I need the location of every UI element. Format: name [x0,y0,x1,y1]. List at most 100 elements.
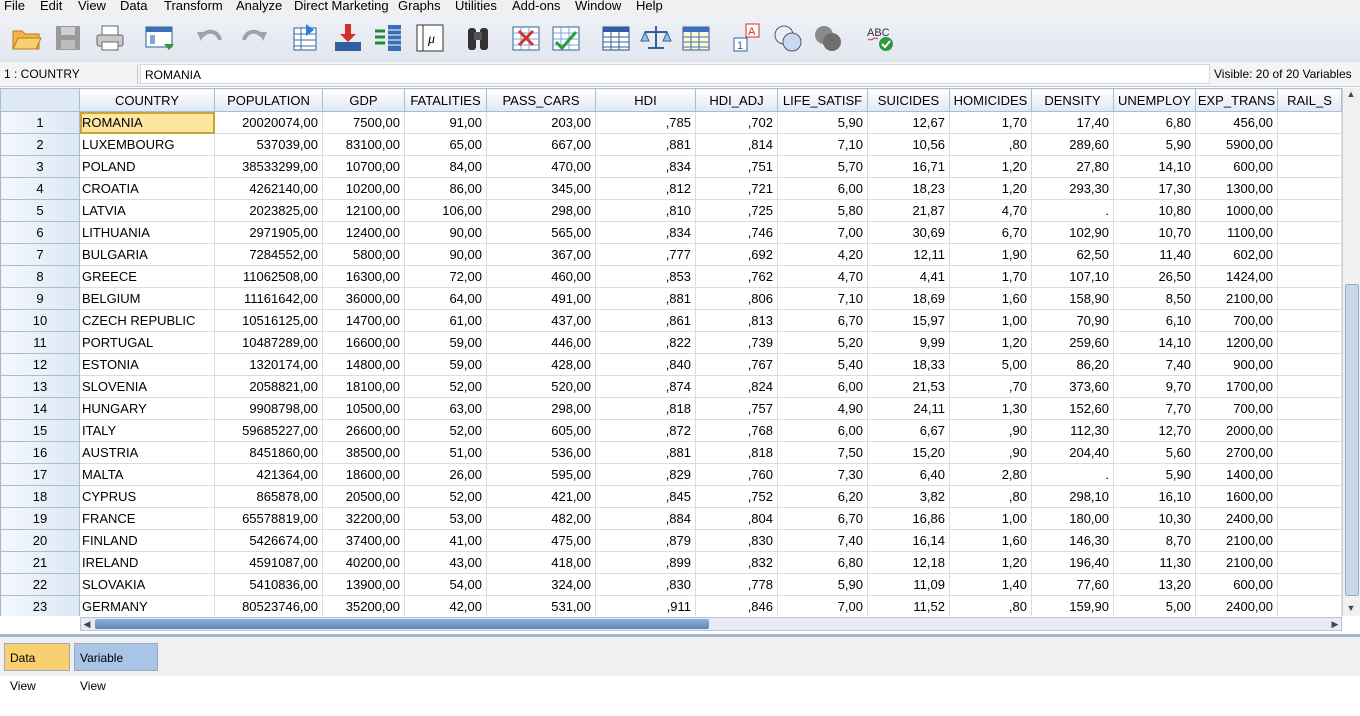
cell-life_satisf[interactable]: 5,40 [777,353,868,376]
cell-rail_s[interactable] [1277,529,1342,552]
cell-homicides[interactable]: 1,20 [949,155,1032,178]
cell-pass_cars[interactable]: 428,00 [486,353,596,376]
cell-hdi_adj[interactable]: ,725 [695,199,778,222]
cell-gdp[interactable]: 20500,00 [322,485,405,508]
cell-rail_s[interactable] [1277,375,1342,398]
open-icon[interactable] [10,22,42,54]
cell-country[interactable]: ESTONIA [79,353,215,376]
cell-suicides[interactable]: 12,67 [867,111,950,134]
cell-exp_trans[interactable]: 2000,00 [1195,419,1278,442]
cell-exp_trans[interactable]: 900,00 [1195,353,1278,376]
row-header[interactable]: 19 [0,507,80,530]
column-header-hdi_adj[interactable]: HDI_ADJ [695,88,778,112]
cell-life_satisf[interactable]: 6,00 [777,177,868,200]
cell-country[interactable]: MALTA [79,463,215,486]
cell-life_satisf[interactable]: 5,70 [777,155,868,178]
cell-hdi_adj[interactable]: ,830 [695,529,778,552]
cell-hdi_adj[interactable]: ,804 [695,507,778,530]
cell-hdi[interactable]: ,853 [595,265,696,288]
cell-hdi_adj[interactable]: ,778 [695,573,778,596]
cell-unemploy[interactable]: 14,10 [1113,155,1196,178]
cell-value-input[interactable]: ROMANIA [140,64,1210,84]
cell-population[interactable]: 4262140,00 [214,177,323,200]
cell-unemploy[interactable]: 5,00 [1113,595,1196,616]
tab-variable-view[interactable]: Variable View [74,643,158,693]
cell-suicides[interactable]: 18,33 [867,353,950,376]
cell-homicides[interactable]: ,70 [949,375,1032,398]
cell-country[interactable]: CZECH REPUBLIC [79,309,215,332]
column-header-hdi[interactable]: HDI [595,88,696,112]
cell-density[interactable]: . [1031,199,1114,222]
cell-fatalities[interactable]: 52,00 [404,375,487,398]
cell-suicides[interactable]: 11,52 [867,595,950,616]
cell-homicides[interactable]: 5,00 [949,353,1032,376]
cell-population[interactable]: 5410836,00 [214,573,323,596]
cell-rail_s[interactable] [1277,287,1342,310]
row-header[interactable]: 13 [0,375,80,398]
cell-homicides[interactable]: 2,80 [949,463,1032,486]
cell-rail_s[interactable] [1277,331,1342,354]
cell-pass_cars[interactable]: 491,00 [486,287,596,310]
cell-hdi_adj[interactable]: ,702 [695,111,778,134]
cell-rail_s[interactable] [1277,397,1342,420]
column-header-population[interactable]: POPULATION [214,88,323,112]
cell-gdp[interactable]: 26600,00 [322,419,405,442]
cell-country[interactable]: SLOVENIA [79,375,215,398]
cell-life_satisf[interactable]: 5,20 [777,331,868,354]
cell-unemploy[interactable]: 7,40 [1113,353,1196,376]
cell-life_satisf[interactable]: 7,30 [777,463,868,486]
cell-population[interactable]: 9908798,00 [214,397,323,420]
cell-unemploy[interactable]: 12,70 [1113,419,1196,442]
goto-variable-icon[interactable] [332,22,364,54]
cell-density[interactable]: 107,10 [1031,265,1114,288]
cell-homicides[interactable]: ,80 [949,133,1032,156]
cell-exp_trans[interactable]: 456,00 [1195,111,1278,134]
cell-rail_s[interactable] [1277,265,1342,288]
row-header[interactable]: 12 [0,353,80,376]
cell-hdi[interactable]: ,881 [595,287,696,310]
cell-pass_cars[interactable]: 460,00 [486,265,596,288]
cell-hdi_adj[interactable]: ,846 [695,595,778,616]
cell-exp_trans[interactable]: 1700,00 [1195,375,1278,398]
cell-fatalities[interactable]: 53,00 [404,507,487,530]
cell-fatalities[interactable]: 84,00 [404,155,487,178]
cell-density[interactable]: 259,60 [1031,331,1114,354]
row-header[interactable]: 4 [0,177,80,200]
row-header[interactable]: 20 [0,529,80,552]
cell-population[interactable]: 38533299,00 [214,155,323,178]
cell-density[interactable]: 146,30 [1031,529,1114,552]
cell-hdi[interactable]: ,834 [595,221,696,244]
cell-unemploy[interactable]: 7,70 [1113,397,1196,420]
column-header-density[interactable]: DENSITY [1031,88,1114,112]
horizontal-scroll-thumb[interactable] [95,619,709,629]
menu-window[interactable]: Window [575,0,621,14]
cell-hdi_adj[interactable]: ,824 [695,375,778,398]
cell-hdi[interactable]: ,884 [595,507,696,530]
cell-rail_s[interactable] [1277,485,1342,508]
cell-hdi_adj[interactable]: ,814 [695,133,778,156]
cell-gdp[interactable]: 18600,00 [322,463,405,486]
cell-population[interactable]: 2058821,00 [214,375,323,398]
cell-homicides[interactable]: 1,00 [949,507,1032,530]
column-header-country[interactable]: COUNTRY [79,88,215,112]
cell-hdi[interactable]: ,881 [595,133,696,156]
find-icon[interactable] [462,22,494,54]
cell-population[interactable]: 8451860,00 [214,441,323,464]
use-sets-icon[interactable] [772,22,804,54]
cell-suicides[interactable]: 3,82 [867,485,950,508]
cell-density[interactable]: 112,30 [1031,419,1114,442]
cell-density[interactable]: 196,40 [1031,551,1114,574]
cell-exp_trans[interactable]: 1600,00 [1195,485,1278,508]
cell-homicides[interactable]: 1,40 [949,573,1032,596]
cell-unemploy[interactable]: 8,70 [1113,529,1196,552]
cell-life_satisf[interactable]: 4,70 [777,265,868,288]
cell-unemploy[interactable]: 5,90 [1113,463,1196,486]
cell-suicides[interactable]: 11,09 [867,573,950,596]
cell-hdi[interactable]: ,818 [595,397,696,420]
cell-hdi_adj[interactable]: ,692 [695,243,778,266]
row-header[interactable]: 15 [0,419,80,442]
cell-gdp[interactable]: 10700,00 [322,155,405,178]
cell-population[interactable]: 11161642,00 [214,287,323,310]
cell-hdi_adj[interactable]: ,832 [695,551,778,574]
vertical-scrollbar[interactable]: ▲ ▼ [1342,88,1360,616]
